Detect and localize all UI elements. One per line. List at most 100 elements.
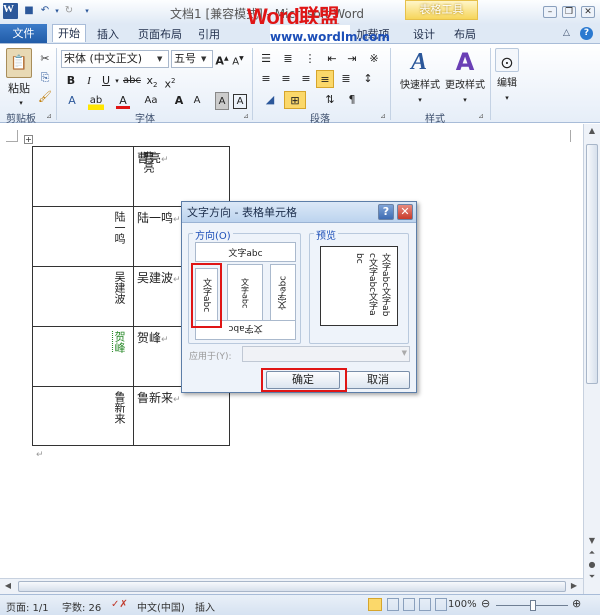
clipboard-launcher-icon[interactable]: ⊿ — [46, 112, 54, 120]
font-name-combo[interactable]: 宋体 (中文正文) ▼ — [61, 50, 169, 68]
scroll-down-icon[interactable]: ▼ — [586, 536, 598, 548]
cut-icon[interactable]: ✂ — [38, 50, 52, 68]
font-launcher-icon[interactable]: ⊿ — [243, 112, 251, 120]
chevron-down-icon[interactable]: ▾ — [502, 89, 512, 107]
styles-launcher-icon[interactable]: ⊿ — [478, 112, 486, 120]
proofing-icon[interactable]: ✓✗ — [111, 599, 128, 610]
scroll-thumb[interactable] — [586, 144, 598, 384]
horizontal-scrollbar[interactable]: ◀ ▶ — [0, 578, 583, 594]
line-spacing-icon[interactable]: ↕ — [360, 70, 376, 88]
strikethrough-icon[interactable]: abc — [123, 72, 141, 90]
distributed-icon[interactable]: ≣ — [338, 70, 354, 88]
zoom-out-icon[interactable]: ⊖ — [481, 597, 490, 610]
outline-icon[interactable] — [419, 598, 431, 611]
next-page-icon[interactable]: ⏷ — [586, 572, 598, 584]
chinese-layout-icon[interactable]: ※ — [366, 50, 382, 68]
numbering-icon[interactable]: ≣ — [280, 50, 296, 68]
shading-icon[interactable]: ◢ — [260, 91, 280, 109]
zoom-slider-thumb[interactable] — [530, 600, 536, 611]
word-app-icon[interactable]: W — [3, 3, 18, 19]
align-right-icon[interactable]: ≡ — [298, 70, 314, 88]
minimize-ribbon-icon[interactable]: △ — [563, 28, 570, 38]
tab-page-layout[interactable]: 页面布局 — [134, 26, 186, 44]
language[interactable]: 中文(中国) — [137, 599, 185, 614]
scroll-right-icon[interactable]: ▶ — [568, 581, 580, 593]
paste-icon[interactable]: 📋 — [6, 48, 32, 78]
scroll-left-icon[interactable]: ◀ — [2, 581, 14, 593]
tab-references[interactable]: 引用 — [196, 26, 222, 44]
page-count[interactable]: 页面: 1/1 — [6, 599, 49, 614]
customize-qat-icon[interactable]: ▾ — [80, 4, 94, 18]
tab-home[interactable]: 开始 — [52, 24, 86, 42]
zoom-level[interactable]: 100% — [448, 599, 477, 610]
underline-dropdown-icon[interactable]: ▾ — [113, 72, 121, 90]
copy-icon[interactable]: ⎘ — [38, 69, 52, 87]
align-center-icon[interactable]: ≡ — [278, 70, 294, 88]
direction-option-horizontal[interactable]: 文字abc — [195, 242, 296, 262]
justify-icon[interactable]: ≡ — [316, 70, 334, 88]
tab-design[interactable]: 设计 — [411, 26, 437, 44]
table-move-handle-icon[interactable]: + — [24, 135, 33, 144]
align-left-icon[interactable]: ≡ — [258, 70, 274, 88]
sort-icon[interactable]: ⇅ — [322, 91, 338, 109]
bullets-icon[interactable]: ☰ — [258, 50, 274, 68]
enclose-char-icon[interactable]: A — [233, 94, 247, 109]
find-binoculars-icon[interactable]: ⊙ — [495, 48, 519, 72]
full-screen-icon[interactable] — [387, 598, 399, 611]
close-button[interactable]: ✕ — [581, 6, 595, 18]
change-styles-icon[interactable]: A — [451, 48, 479, 76]
format-painter-icon[interactable]: 🖌 — [38, 88, 52, 106]
font-color-icon[interactable]: A — [116, 92, 130, 109]
paragraph-launcher-icon[interactable]: ⊿ — [380, 112, 388, 120]
scroll-thumb[interactable] — [18, 581, 566, 592]
increase-indent-icon[interactable]: ⇥ — [344, 50, 360, 68]
dialog-close-button[interactable]: ✕ — [397, 204, 413, 220]
italic-icon[interactable]: I — [82, 72, 96, 90]
borders-icon[interactable]: ⊞ — [284, 91, 306, 109]
prev-page-icon[interactable]: ⏶ — [586, 548, 598, 560]
text-effects-icon[interactable]: A — [64, 92, 80, 110]
superscript-icon[interactable]: x2 — [163, 72, 177, 91]
chevron-down-icon[interactable]: ▾ — [460, 91, 470, 109]
browse-object-icon[interactable]: ● — [586, 560, 598, 572]
chevron-down-icon[interactable]: ▾ — [415, 91, 425, 109]
vertical-scrollbar[interactable]: ▲ ▼ ⏶ ● ⏷ — [583, 124, 600, 594]
word-count[interactable]: 字数: 26 — [62, 599, 101, 614]
char-shading-icon[interactable]: A — [215, 92, 229, 110]
text-direction-dialog[interactable]: 文字方向 - 表格单元格 ? ✕ 方向(O) 文字abc 文字abc 文字abc… — [181, 201, 417, 393]
web-layout-icon[interactable] — [403, 598, 415, 611]
help-icon[interactable]: ? — [580, 27, 593, 40]
draft-icon[interactable] — [435, 598, 447, 611]
insert-mode[interactable]: 插入 — [195, 599, 215, 614]
direction-option-vertical-lr[interactable]: 文字abc — [270, 264, 296, 322]
dialog-help-button[interactable]: ? — [378, 204, 394, 220]
highlight-icon[interactable]: ab — [88, 92, 104, 110]
zoom-in-icon[interactable]: ⊕ — [572, 597, 581, 610]
bold-icon[interactable]: B — [64, 72, 78, 90]
save-icon[interactable]: ■ — [22, 4, 36, 18]
restore-button[interactable]: ❐ — [562, 6, 576, 18]
subscript-icon[interactable]: x2 — [145, 72, 159, 90]
tab-layout[interactable]: 布局 — [452, 26, 478, 44]
redo-icon[interactable]: ↻ — [62, 4, 76, 18]
tab-file[interactable]: 文件 — [0, 24, 47, 44]
grow-font-2-icon[interactable]: A — [172, 92, 186, 110]
change-case-icon[interactable]: Aa — [142, 92, 160, 110]
minimize-button[interactable]: – — [543, 6, 557, 18]
apply-to-select[interactable]: ▼ — [242, 346, 410, 362]
shrink-font-2-icon[interactable]: A — [190, 92, 204, 110]
multilevel-list-icon[interactable]: ⋮ — [302, 50, 318, 68]
show-marks-icon[interactable]: ¶ — [344, 91, 360, 109]
quick-styles-icon[interactable]: A — [405, 48, 433, 76]
shrink-font-icon[interactable]: A▼ — [231, 50, 245, 68]
grow-font-icon[interactable]: A▲ — [215, 50, 229, 68]
decrease-indent-icon[interactable]: ⇤ — [324, 50, 340, 68]
cancel-button[interactable]: 取消 — [346, 371, 410, 389]
scroll-up-icon[interactable]: ▲ — [586, 126, 598, 138]
font-size-combo[interactable]: 五号 ▼ — [171, 50, 213, 68]
tab-insert[interactable]: 插入 — [94, 26, 122, 44]
direction-option-stacked[interactable]: 文字abc — [227, 264, 263, 322]
clipboard-group-label: 剪贴板 — [6, 114, 36, 125]
underline-icon[interactable]: U — [99, 72, 113, 90]
print-layout-icon[interactable] — [368, 598, 382, 611]
